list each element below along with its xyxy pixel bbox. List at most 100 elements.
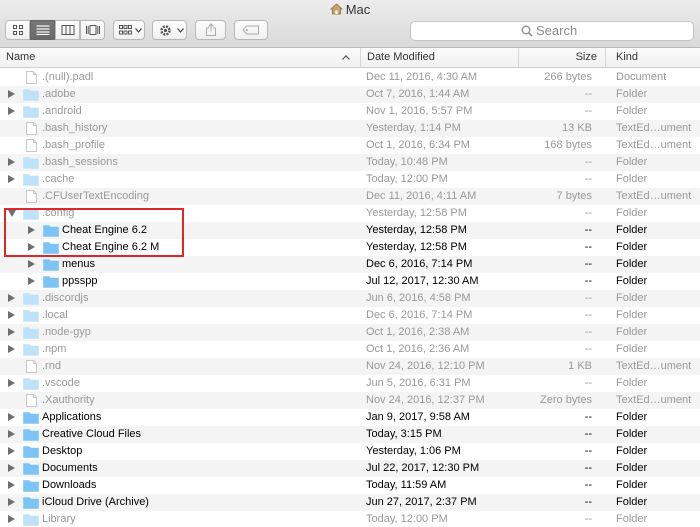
file-name: .node-gyp <box>42 326 91 338</box>
icon-view-icon <box>12 25 23 35</box>
file-date: Nov 24, 2016, 12:10 PM <box>366 360 485 372</box>
table-row[interactable]: ppsspp Jul 12, 2017, 12:30 AM -- Folder <box>0 273 700 290</box>
file-date: Oct 1, 2016, 6:34 PM <box>366 139 470 151</box>
table-row[interactable]: .android Nov 1, 2016, 5:57 PM -- Folder <box>0 103 700 120</box>
disclosure-closed-icon[interactable] <box>8 175 15 183</box>
file-date: Today, 3:15 PM <box>366 428 442 440</box>
search-input[interactable] <box>536 23 676 38</box>
file-kind: Folder <box>616 88 648 100</box>
table-row[interactable]: .discordjs Jun 6, 2016, 4:58 PM -- Folder <box>0 290 700 307</box>
disclosure-closed-icon[interactable] <box>8 158 15 166</box>
action-button[interactable] <box>152 20 187 40</box>
table-row[interactable]: .bash_history Yesterday, 1:14 PM 13 KB Text… <box>0 120 700 137</box>
list-view-icon <box>36 25 49 35</box>
file-date: Yesterday, 12:58 PM <box>366 241 467 253</box>
table-row[interactable]: .adobe Oct 7, 2016, 1:44 AM -- Folder <box>0 86 700 103</box>
file-size: Zero bytes <box>540 394 592 406</box>
search-field[interactable] <box>410 21 694 41</box>
column-header-name[interactable]: Name <box>0 48 356 67</box>
window-title: Mac <box>0 2 700 18</box>
table-row[interactable]: .node-gyp Oct 1, 2016, 2:38 AM -- Folder <box>0 324 700 341</box>
table-row[interactable]: menus Dec 6, 2016, 7:14 PM -- Folder <box>0 256 700 273</box>
table-row[interactable]: .local Dec 6, 2016, 7:14 PM -- Folder <box>0 307 700 324</box>
file-size: -- <box>584 173 592 185</box>
disclosure-closed-icon[interactable] <box>8 107 15 115</box>
disclosure-closed-icon[interactable] <box>8 345 15 353</box>
icon-view-button[interactable] <box>5 20 30 40</box>
table-row[interactable]: .Xauthority Nov 24, 2016, 12:37 PM Zero by… <box>0 392 700 409</box>
disclosure-closed-icon[interactable] <box>8 430 15 438</box>
list-view-button[interactable] <box>30 20 55 40</box>
table-row[interactable]: .bash_profile Oct 1, 2016, 6:34 PM 168 byt… <box>0 137 700 154</box>
disclosure-closed-icon[interactable] <box>8 328 15 336</box>
table-row[interactable]: .cache Today, 12:00 PM -- Folder <box>0 171 700 188</box>
tag-button[interactable] <box>234 20 268 40</box>
file-size: 1 KB <box>568 360 592 372</box>
file-name: .Xauthority <box>42 394 95 406</box>
column-kind-label: Kind <box>616 51 639 63</box>
arrange-icon <box>119 25 132 35</box>
cover-flow-button[interactable] <box>80 20 105 40</box>
file-name: Documents <box>42 462 98 474</box>
share-button[interactable] <box>195 20 226 40</box>
table-row[interactable]: .rnd Nov 24, 2016, 12:10 PM 1 KB TextEd…ume… <box>0 358 700 375</box>
file-kind: Folder <box>616 411 648 423</box>
file-name: .bash_sessions <box>42 156 118 168</box>
home-icon <box>329 3 343 18</box>
table-row[interactable]: .vscode Jun 5, 2016, 6:31 PM -- Folder <box>0 375 700 392</box>
table-row[interactable]: Downloads Today, 11:59 AM -- Folder <box>0 477 700 494</box>
disclosure-closed-icon[interactable] <box>8 515 15 523</box>
file-name: .CFUserTextEncoding <box>42 190 149 202</box>
table-row[interactable]: .bash_sessions Today, 10:48 PM -- Folder <box>0 154 700 171</box>
file-date: Jun 5, 2016, 6:31 PM <box>366 377 471 389</box>
disclosure-closed-icon[interactable] <box>28 260 35 268</box>
table-row[interactable]: Library Today, 12:00 PM -- Folder <box>0 511 700 527</box>
column-header-date[interactable]: Date Modified <box>360 48 518 67</box>
file-size: -- <box>584 88 592 100</box>
table-row[interactable]: .npm Oct 1, 2016, 2:36 AM -- Folder <box>0 341 700 358</box>
file-name: .adobe <box>42 88 76 100</box>
file-date: Yesterday, 12:58 PM <box>366 224 467 236</box>
disclosure-closed-icon[interactable] <box>8 311 15 319</box>
disclosure-closed-icon[interactable] <box>28 277 35 285</box>
file-kind: TextEd…ument <box>616 394 692 406</box>
disclosure-closed-icon[interactable] <box>8 294 15 302</box>
file-date: Oct 7, 2016, 1:44 AM <box>366 88 470 100</box>
file-kind: Folder <box>616 326 648 338</box>
file-size: -- <box>584 258 592 270</box>
disclosure-closed-icon[interactable] <box>8 379 15 387</box>
table-row[interactable]: Documents Jul 22, 2017, 12:30 PM -- Folder <box>0 460 700 477</box>
toolbar: Mac <box>0 0 700 48</box>
file-date: Jan 9, 2017, 9:58 AM <box>366 411 470 423</box>
table-row[interactable]: .CFUserTextEncoding Dec 11, 2016, 4:11 AM… <box>0 188 700 205</box>
arrange-button[interactable] <box>113 20 145 40</box>
file-date: Yesterday, 12:58 PM <box>366 207 467 219</box>
column-view-button[interactable] <box>55 20 80 40</box>
disclosure-closed-icon[interactable] <box>8 413 15 421</box>
table-row[interactable]: iCloud Drive (Archive) Jun 27, 2017, 2:37… <box>0 494 700 511</box>
sort-ascending-icon <box>342 48 350 67</box>
file-kind: Folder <box>616 377 648 389</box>
column-header-kind[interactable]: Kind <box>605 48 700 67</box>
table-row[interactable]: .(null).padl Dec 11, 2016, 4:30 AM 266 byt… <box>0 69 700 86</box>
file-date: Dec 11, 2016, 4:11 AM <box>366 190 477 202</box>
finder-window: Mac Search Name Date Modified Size Kind … <box>0 0 700 527</box>
disclosure-closed-icon[interactable] <box>8 481 15 489</box>
file-kind: Folder <box>616 479 648 491</box>
file-name: .npm <box>42 343 67 355</box>
disclosure-closed-icon[interactable] <box>8 498 15 506</box>
search-icon <box>521 25 533 37</box>
table-row[interactable]: Desktop Yesterday, 1:06 PM -- Folder <box>0 443 700 460</box>
file-kind: Folder <box>616 224 648 236</box>
file-size: -- <box>584 496 592 508</box>
file-name: menus <box>62 258 96 270</box>
table-row[interactable]: Creative Cloud Files Today, 3:15 PM -- Fold… <box>0 426 700 443</box>
file-date: Jun 6, 2016, 4:58 PM <box>366 292 471 304</box>
disclosure-closed-icon[interactable] <box>8 90 15 98</box>
table-row[interactable]: Applications Jan 9, 2017, 9:58 AM -- Folder <box>0 409 700 426</box>
column-header-size[interactable]: Size <box>518 48 605 67</box>
file-name: .android <box>42 105 82 117</box>
disclosure-closed-icon[interactable] <box>8 464 15 472</box>
file-size: -- <box>584 343 592 355</box>
disclosure-closed-icon[interactable] <box>8 447 15 455</box>
